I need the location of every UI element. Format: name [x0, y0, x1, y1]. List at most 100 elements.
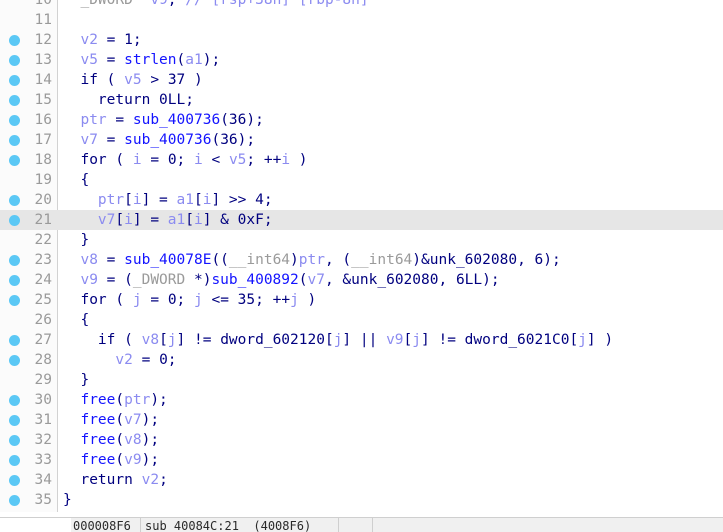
code-token: );	[150, 392, 168, 408]
code-line[interactable]: 29 }	[0, 370, 723, 390]
code-token: free	[80, 452, 116, 468]
code-token: )	[185, 72, 203, 88]
code-line[interactable]: 18 for ( i = 0; i < v5; ++i )	[0, 150, 723, 170]
code-token: =	[97, 252, 125, 268]
code-line[interactable]: 30 free(ptr);	[0, 390, 723, 410]
code-token: (	[115, 332, 142, 348]
code-line[interactable]: 28 v2 = 0;	[0, 350, 723, 370]
code-line-text: _DWORD *v9; // [rsp+38h] [rbp-8h]	[63, 0, 368, 10]
line-number: 35	[34, 492, 52, 508]
code-line-text: free(v7);	[63, 410, 159, 430]
code-line[interactable]: 31 free(v7);	[0, 410, 723, 430]
code-token: 4	[255, 192, 264, 208]
line-number: 14	[34, 72, 52, 88]
code-token: ptr	[298, 252, 325, 268]
line-number: 18	[34, 152, 52, 168]
code-line-text: for ( j = 0; j <= 35; ++j )	[63, 290, 316, 310]
code-line[interactable]: 19 {	[0, 170, 723, 190]
code-token: ] !=	[176, 332, 221, 348]
code-line-text: {	[63, 170, 89, 190]
code-token: return	[80, 472, 133, 488]
code-token: ((	[211, 252, 229, 268]
code-token: [	[159, 332, 168, 348]
code-line-text: return 0LL;	[63, 90, 194, 110]
code-line-text: v2 = 0;	[63, 350, 176, 370]
code-token: )&	[412, 252, 430, 268]
code-token: a1	[167, 212, 186, 228]
line-number: 19	[34, 172, 52, 188]
code-line-text: return v2;	[63, 470, 167, 490]
code-line[interactable]: 15 return 0LL;	[0, 90, 723, 110]
code-token: __int64	[228, 252, 291, 268]
code-token: (	[220, 112, 229, 128]
code-token: _DWORD	[132, 272, 186, 288]
code-line[interactable]: 10 _DWORD *v9; // [rsp+38h] [rbp-8h]	[0, 0, 723, 10]
code-line-text: v7[i] = a1[i] & 0xF;	[63, 210, 273, 230]
code-token: v7	[307, 272, 325, 288]
code-line[interactable]: 17 v7 = sub_400736(36);	[0, 130, 723, 150]
code-line[interactable]: 27 if ( v8[j] != dword_602120[j] || v9[j…	[0, 330, 723, 350]
code-token: v7	[97, 212, 116, 228]
code-token: [	[185, 212, 194, 228]
code-line[interactable]: 24 v9 = (_DWORD *)sub_400892(v7, &unk_60…	[0, 270, 723, 290]
code-token: (	[176, 52, 186, 68]
code-token: j	[412, 332, 422, 348]
code-token: 0	[167, 152, 177, 168]
code-line[interactable]: 13 v5 = strlen(a1);	[0, 50, 723, 70]
code-token: {	[80, 172, 90, 188]
code-line[interactable]: 21 v7[i] = a1[i] & 0xF;	[0, 210, 723, 230]
code-token: strlen	[124, 52, 177, 68]
code-line[interactable]: 26 {	[0, 310, 723, 330]
code-line-text: {	[63, 310, 89, 330]
code-line[interactable]: 35}	[0, 490, 723, 510]
code-token: );	[141, 432, 160, 448]
code-token: j	[194, 292, 203, 308]
code-token: = (	[97, 272, 133, 288]
code-token: ; ++	[246, 152, 282, 168]
code-line[interactable]: 34 return v2;	[0, 470, 723, 490]
code-token: [	[324, 332, 334, 348]
code-line-text: for ( i = 0; i < v5; ++i )	[63, 150, 307, 170]
line-number: 11	[34, 12, 52, 28]
code-token: <	[202, 152, 229, 168]
code-token: ptr	[97, 192, 125, 208]
code-token: );	[482, 272, 500, 288]
code-token: (	[298, 272, 308, 288]
code-lines-container[interactable]: 10 _DWORD *v9; // [rsp+38h] [rbp-8h] 11 12…	[0, 0, 723, 510]
line-number: 26	[34, 312, 52, 328]
code-token: >	[141, 72, 168, 88]
code-token: 0LL	[159, 92, 186, 108]
code-token: ; ++	[255, 292, 291, 308]
code-token: =	[106, 112, 133, 128]
code-line[interactable]: 22 }	[0, 230, 723, 250]
code-token: );	[141, 452, 160, 468]
code-token: ;	[132, 32, 142, 48]
code-line-text: if ( v8[j] != dword_602120[j] || v9[j] !…	[63, 330, 613, 350]
code-line[interactable]: 33 free(v9);	[0, 450, 723, 470]
code-token: ] ||	[342, 332, 387, 348]
line-number: 17	[34, 132, 52, 148]
code-token: , (	[324, 252, 352, 268]
status-bar-separator-2	[338, 518, 339, 532]
pseudocode-view[interactable]: 10 _DWORD *v9; // [rsp+38h] [rbp-8h] 11 12…	[0, 0, 723, 532]
code-line[interactable]: 16 ptr = sub_400736(36);	[0, 110, 723, 130]
code-line[interactable]: 12 v2 = 1;	[0, 30, 723, 50]
line-number: 23	[34, 252, 52, 268]
code-token: (	[97, 72, 125, 88]
code-token: dword_6021C0	[464, 332, 570, 348]
code-line[interactable]: 20 ptr[i] = a1[i] >> 4;	[0, 190, 723, 210]
code-line[interactable]: 32 free(v8);	[0, 430, 723, 450]
code-line[interactable]: 14 if ( v5 > 37 )	[0, 70, 723, 90]
code-line[interactable]: 11	[0, 10, 723, 30]
code-line[interactable]: 25 for ( j = 0; j <= 35; ++j )	[0, 290, 723, 310]
code-token: (	[115, 432, 125, 448]
line-number: 33	[34, 452, 52, 468]
code-line[interactable]: 23 v8 = sub_40078E((__int64)ptr, (__int6…	[0, 250, 723, 270]
code-token: )	[290, 252, 299, 268]
